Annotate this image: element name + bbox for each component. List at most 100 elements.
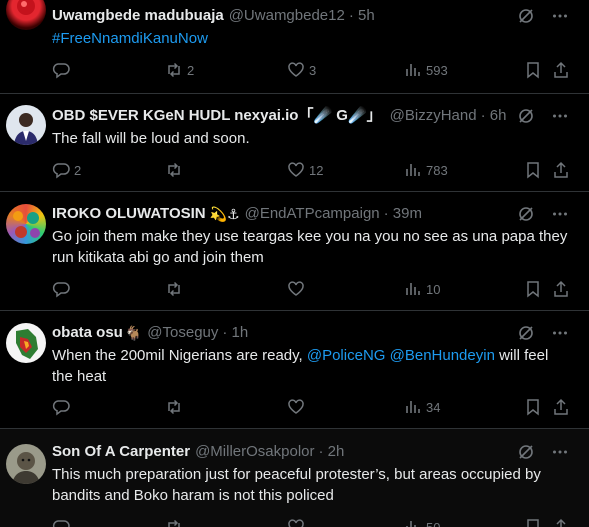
retweet-button[interactable] [165, 161, 187, 179]
reply-button[interactable] [52, 518, 74, 527]
handle[interactable]: @MillerOsakpolor [195, 442, 314, 462]
bookmark-icon [527, 519, 539, 527]
retweet-icon [168, 281, 180, 297]
tweet[interactable]: Son Of A Carpenter @MillerOsakpolor · 2h… [0, 429, 589, 527]
like-button[interactable] [287, 518, 309, 527]
share-button[interactable] [552, 398, 570, 416]
avatar[interactable] [6, 105, 46, 145]
tweet[interactable]: OBD $EVER KGeN HUDL nexyai.io「☄️ G☄️」 @B… [0, 94, 589, 192]
timestamp[interactable]: · 1h [222, 323, 248, 343]
views-button[interactable]: 593 [404, 61, 448, 79]
more-icon[interactable] [551, 205, 569, 223]
view-count: 34 [426, 399, 441, 415]
tweet-top-icons [517, 7, 569, 25]
tweet-actions: 50 [52, 518, 573, 527]
like-count: 3 [309, 62, 317, 78]
share-button[interactable] [552, 161, 570, 179]
bookmark-button[interactable] [524, 61, 542, 79]
timestamp[interactable]: · 6h [481, 106, 507, 126]
view-count: 50 [426, 519, 441, 527]
retweet-icon [168, 399, 180, 415]
avatar[interactable] [6, 0, 46, 30]
more-icon[interactable] [551, 107, 569, 125]
handle[interactable]: @EndATPcampaign [245, 204, 380, 224]
display-name[interactable]: obata osu [52, 323, 123, 343]
tweet-top-icons [517, 324, 569, 342]
handle[interactable]: @Toseguy [147, 323, 218, 343]
like-button[interactable]: 12 [287, 161, 323, 179]
share-icon [554, 161, 568, 178]
handle[interactable]: @BizzyHand [390, 106, 477, 126]
tweet-header: Uwamgbede madubuaja @Uwamgbede12 · 5h [52, 6, 375, 26]
bookmark-icon [527, 399, 539, 416]
views-button[interactable]: 50 [404, 518, 440, 527]
tweet[interactable]: IROKO OLUWATOSIN 💫⚓ @EndATPcampaign · 39… [0, 192, 589, 311]
views-button[interactable]: 34 [404, 398, 440, 416]
share-icon [554, 61, 568, 78]
reply-icon [52, 400, 70, 416]
views-icon [406, 164, 420, 176]
grok-icon[interactable] [517, 324, 535, 342]
share-icon [556, 518, 566, 527]
avatar[interactable] [6, 444, 46, 484]
mention-link[interactable]: @PoliceNG [307, 347, 386, 364]
reply-button[interactable] [52, 280, 74, 298]
views-icon [406, 64, 420, 76]
grok-icon[interactable] [517, 7, 535, 25]
more-icon[interactable] [551, 443, 569, 461]
more-icon[interactable] [551, 7, 569, 25]
retweet-button[interactable] [165, 280, 187, 298]
grok-icon[interactable] [517, 107, 535, 125]
name-emoji: 💫⚓ [209, 206, 240, 222]
retweet-icon [168, 162, 180, 178]
mention-link[interactable]: @BenHundeyin [390, 347, 495, 364]
hashtag-link[interactable]: #FreeNnamdiKanuNow [52, 30, 208, 47]
display-name[interactable]: Son Of A Carpenter [52, 442, 190, 462]
share-button[interactable] [552, 518, 570, 527]
display-name[interactable]: OBD $EVER KGeN HUDL nexyai.io「☄️ G☄️」 [52, 106, 382, 126]
bookmark-button[interactable] [524, 161, 542, 179]
views-icon [406, 283, 420, 295]
retweet-button[interactable]: 2 [165, 61, 194, 79]
reply-button[interactable] [52, 398, 74, 416]
views-button[interactable]: 10 [404, 280, 440, 298]
tweet[interactable]: Uwamgbede madubuaja @Uwamgbede12 · 5h #F… [0, 0, 589, 94]
share-button[interactable] [552, 280, 570, 298]
views-icon [406, 521, 416, 527]
retweet-icon [168, 62, 180, 78]
avatar-image [17, 0, 35, 15]
avatar-image [16, 329, 38, 359]
tweet-top-icons [517, 107, 569, 125]
timestamp[interactable]: · 2h [319, 442, 345, 462]
grok-icon[interactable] [517, 205, 535, 223]
display-name[interactable]: Uwamgbede madubuaja [52, 6, 224, 26]
share-button[interactable] [552, 61, 570, 79]
reply-button[interactable] [52, 61, 74, 79]
handle[interactable]: @Uwamgbede12 [229, 6, 345, 26]
views-button[interactable]: 783 [404, 161, 448, 179]
grok-icon[interactable] [517, 443, 535, 461]
retweet-button[interactable] [165, 518, 187, 527]
name-emoji: 🐐 [124, 325, 143, 341]
timestamp[interactable]: · 5h [349, 6, 375, 26]
display-name[interactable]: IROKO OLUWATOSIN [52, 204, 206, 224]
retweet-button[interactable] [165, 398, 187, 416]
bookmark-button[interactable] [524, 280, 542, 298]
more-icon[interactable] [551, 324, 569, 342]
timestamp[interactable]: · 39m [384, 204, 422, 224]
tweet[interactable]: obata osu 🐐 @Toseguy · 1h When the 200mi… [0, 311, 589, 429]
bookmark-button[interactable] [524, 518, 542, 527]
like-button[interactable] [287, 280, 309, 298]
reply-icon [52, 163, 70, 179]
reply-button[interactable]: 2 [52, 161, 81, 179]
tweet-actions: 2 12 783 [52, 161, 573, 181]
avatar[interactable] [6, 204, 46, 244]
avatar[interactable] [6, 323, 46, 363]
tweet-text: The fall will be loud and soon. [52, 130, 250, 147]
avatar-image [13, 211, 40, 238]
like-button[interactable]: 3 [287, 61, 316, 79]
bookmark-button[interactable] [524, 398, 542, 416]
like-button[interactable] [287, 398, 309, 416]
tweet-actions: 2 3 593 [52, 61, 573, 81]
heart-icon [288, 399, 304, 414]
